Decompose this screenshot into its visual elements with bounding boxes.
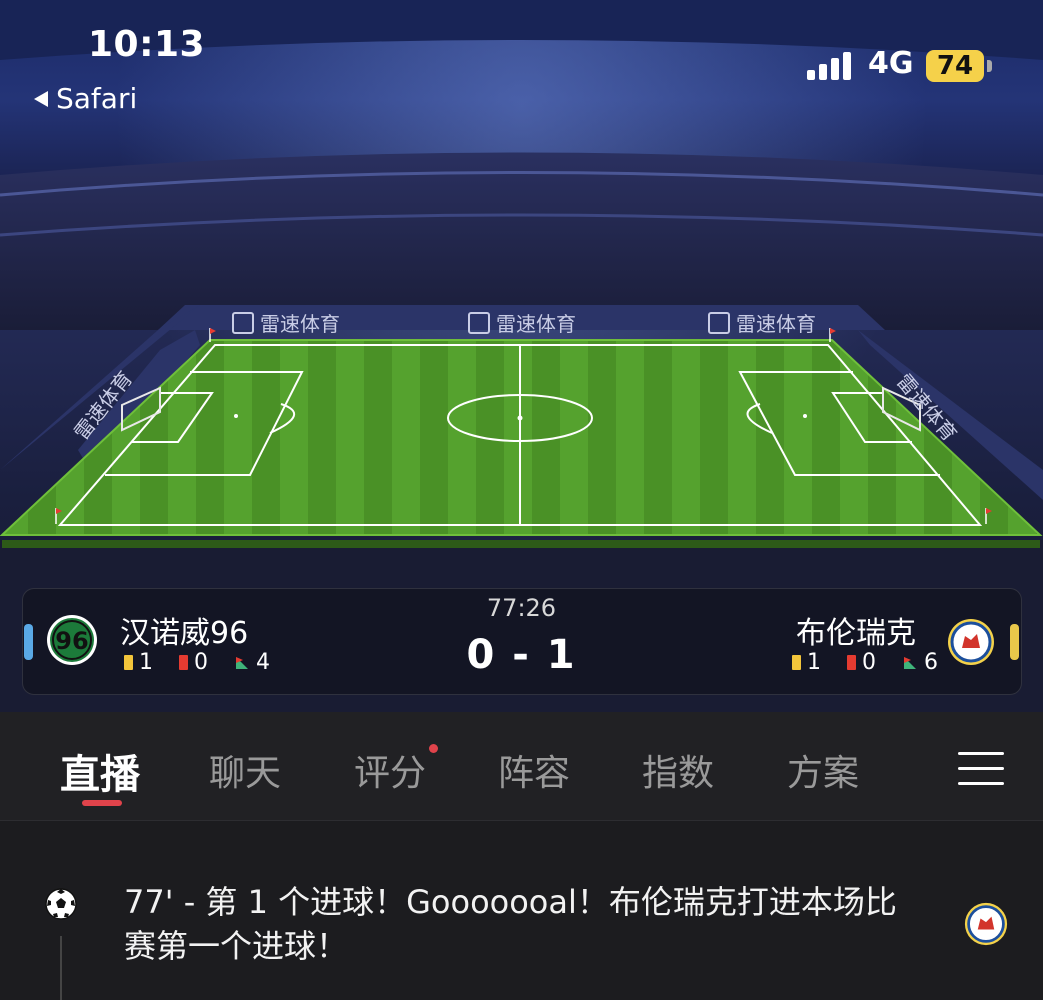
- battery-icon: 74: [926, 50, 984, 82]
- red-card-icon: [847, 655, 856, 670]
- tab-odds[interactable]: 指数: [642, 744, 714, 796]
- tab-plans[interactable]: 方案: [787, 744, 859, 796]
- back-app-label: Safari: [56, 82, 138, 115]
- back-to-safari-button[interactable]: Safari: [34, 82, 137, 115]
- event-team-logo: [964, 902, 1008, 946]
- cellular-signal-icon: [807, 50, 851, 80]
- away-team-name[interactable]: 布伦瑞克: [796, 608, 916, 652]
- status-time: 10:13: [88, 24, 206, 65]
- away-team-stats: 1 0 6: [792, 650, 938, 675]
- sponsor-logo-icon: [232, 311, 254, 334]
- away-team-logo[interactable]: [947, 618, 995, 666]
- sponsor-board-center: 雷速体育: [468, 308, 576, 337]
- sponsor-text: 雷速体育: [736, 312, 816, 336]
- notification-dot: [429, 744, 438, 753]
- sponsor-board-right: 雷速体育: [708, 308, 816, 337]
- battery-nub: [987, 60, 992, 72]
- tab-live[interactable]: 直播: [60, 742, 140, 800]
- tab-chat[interactable]: 聊天: [209, 744, 281, 796]
- away-corner-count: 6: [924, 650, 938, 675]
- tab-rating[interactable]: 评分: [354, 744, 426, 796]
- yellow-card-icon: [792, 655, 801, 670]
- corner-flag-icon: [904, 656, 916, 669]
- away-red-count: 0: [862, 650, 876, 675]
- network-type: 4G: [868, 46, 914, 81]
- sponsor-board-left: 雷速体育: [232, 308, 340, 337]
- away-yellow-count: 1: [807, 650, 821, 675]
- sponsor-logo-icon: [708, 311, 730, 334]
- battery-level: 74: [936, 51, 974, 81]
- sponsor-text: 雷速体育: [260, 312, 340, 336]
- event-text: 77' - 第 1 个进球！Gooooooal！布伦瑞克打进本场比赛第一个进球！: [124, 883, 897, 965]
- hamburger-menu-icon[interactable]: [958, 752, 1004, 786]
- timeline-line: [60, 936, 62, 1000]
- back-arrow-icon: [34, 90, 48, 107]
- sponsor-logo-icon: [468, 311, 490, 334]
- sponsor-text: 雷速体育: [496, 312, 576, 336]
- tab-lineup[interactable]: 阵容: [498, 744, 570, 796]
- soccer-ball-icon: [45, 888, 77, 920]
- active-tab-indicator: [82, 800, 122, 806]
